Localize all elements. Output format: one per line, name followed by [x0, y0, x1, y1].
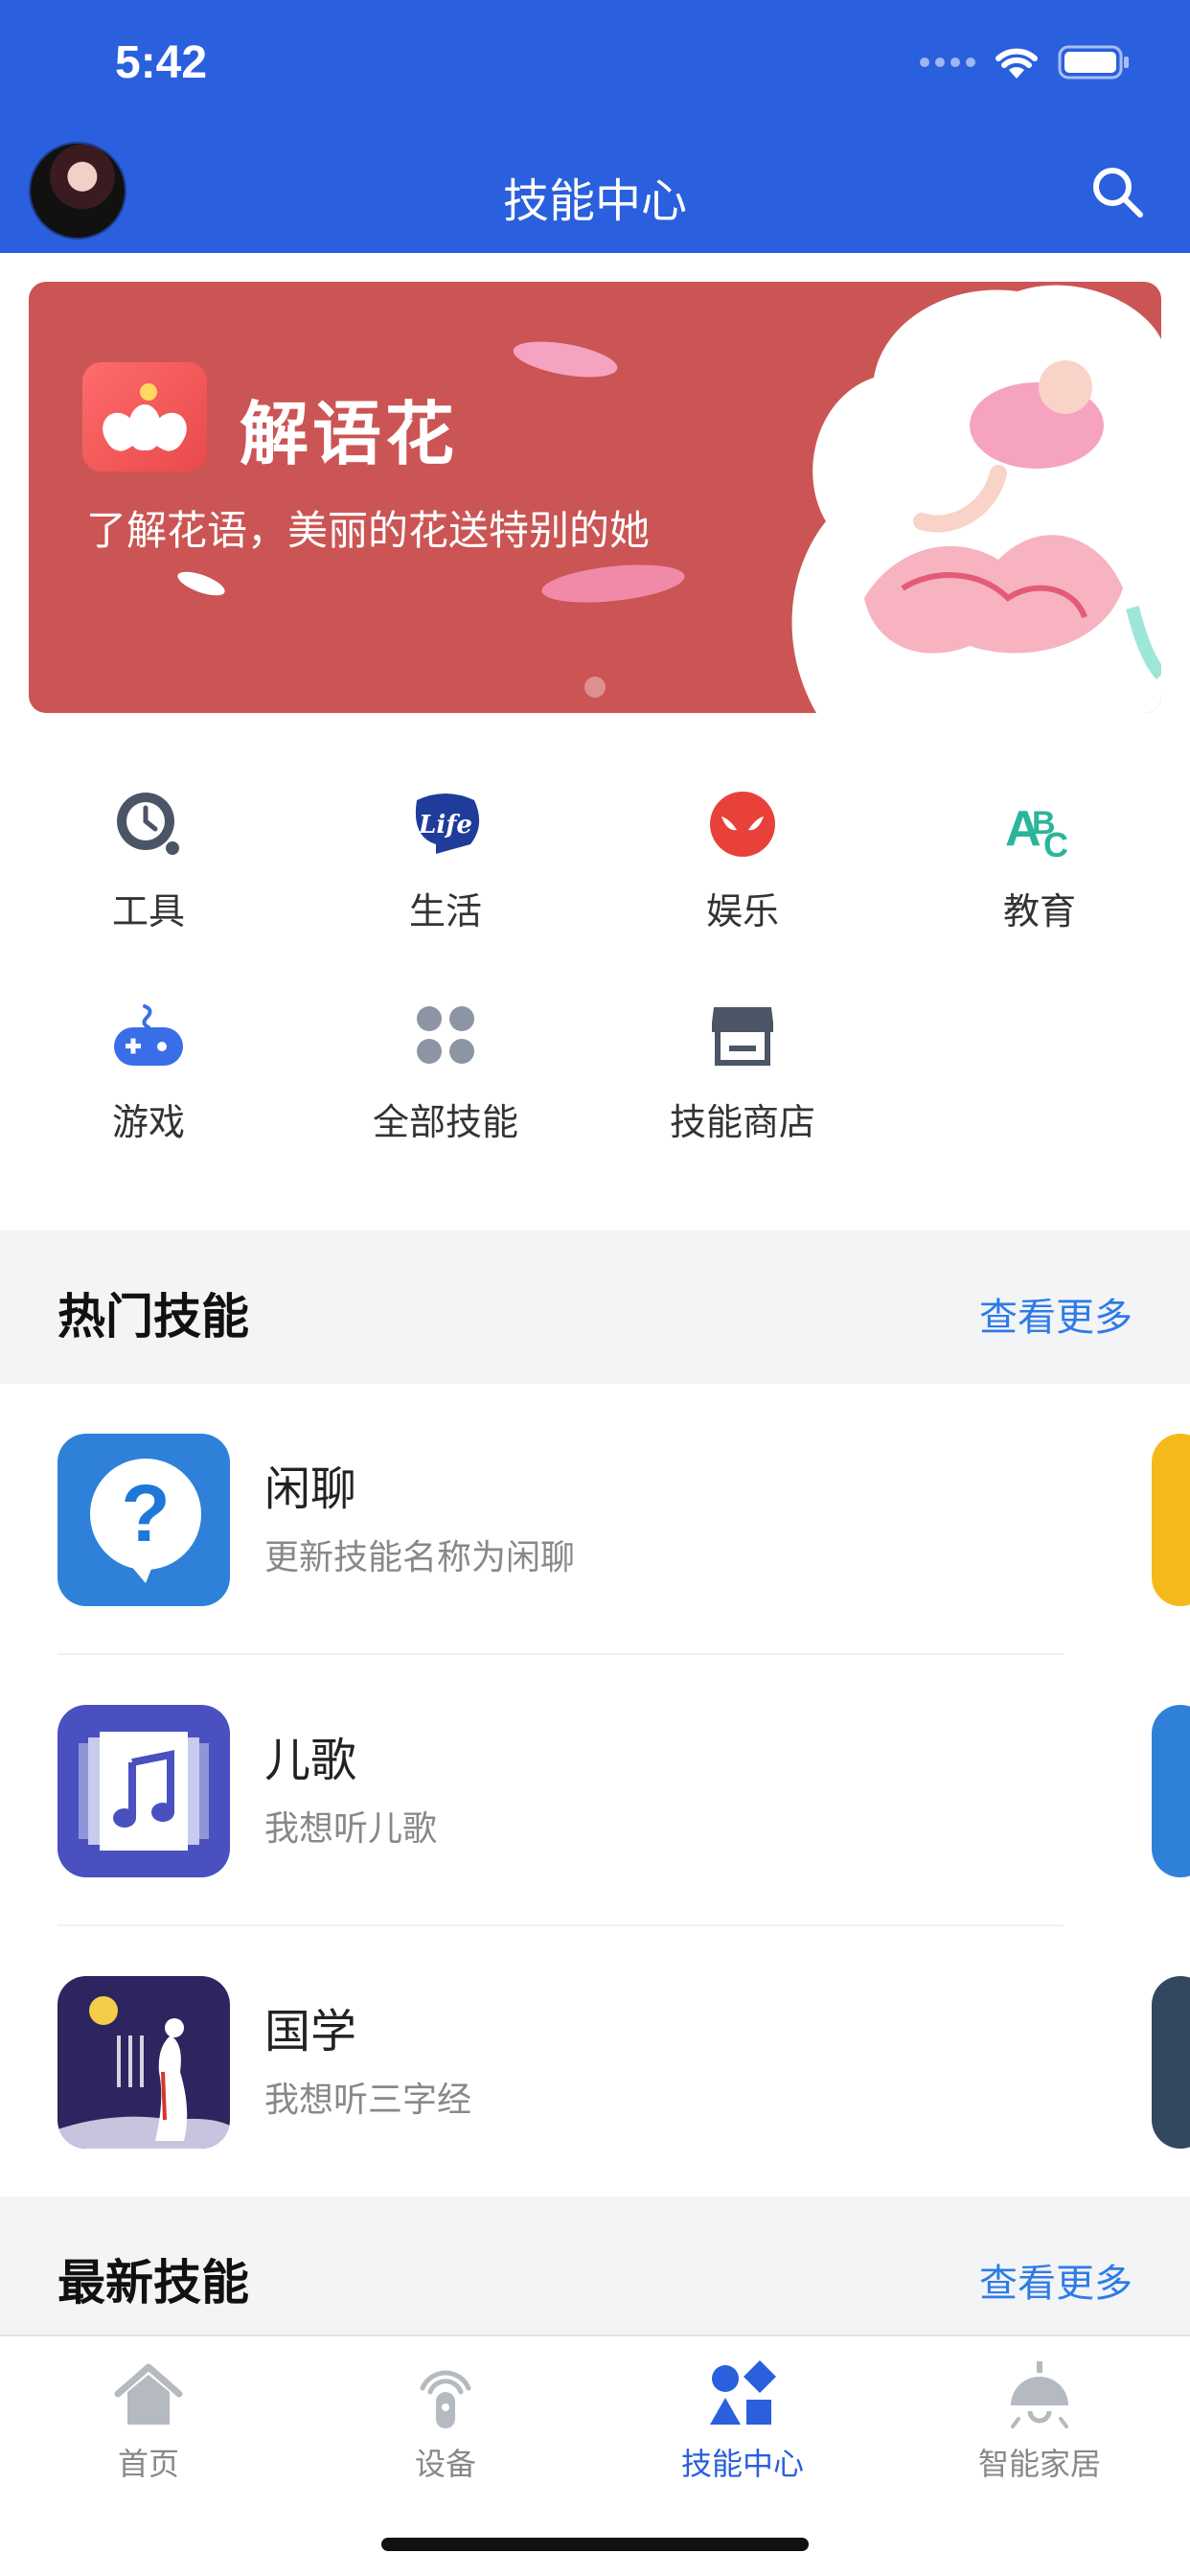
- life-icon: Life: [407, 786, 484, 862]
- next-card-preview[interactable]: [1152, 1976, 1190, 2149]
- tab-label: 设备: [414, 2446, 476, 2482]
- view-more-link[interactable]: 查看更多: [979, 2252, 1133, 2308]
- list-item[interactable]: ? 闲聊 更新技能名称为闲聊: [57, 1384, 1064, 1655]
- device-icon: [409, 2359, 482, 2432]
- category-label: 教育: [1002, 890, 1076, 932]
- skill-description: 我想听三字经: [264, 2081, 472, 2120]
- gamepad-icon: [110, 997, 187, 1073]
- clock-tool-icon: [110, 786, 187, 862]
- petal-decoration-icon: [541, 564, 685, 603]
- svg-text:Life: Life: [418, 811, 472, 840]
- grid-dots-icon: [407, 997, 484, 1073]
- tab-label: 智能家居: [977, 2446, 1101, 2482]
- chat-question-icon: ?: [57, 1434, 230, 1606]
- category-tools[interactable]: 工具: [0, 786, 297, 934]
- promo-banner[interactable]: 解语花 了解花语，美丽的花送特别的她: [29, 282, 1161, 713]
- lamp-icon: [1003, 2359, 1076, 2432]
- battery-icon: [1058, 44, 1131, 80]
- section-title: 热门技能: [57, 1289, 249, 1345]
- hot-skills-list: ? 闲聊 更新技能名称为闲聊 儿歌 我想听儿歌 国学 我想听三字经: [0, 1384, 1190, 2196]
- home-indicator[interactable]: [381, 2538, 809, 2551]
- list-item[interactable]: 儿歌 我想听儿歌: [57, 1655, 1064, 1926]
- next-card-preview[interactable]: [1152, 1434, 1190, 1606]
- wifi-icon: [993, 44, 1041, 80]
- category-skill-store[interactable]: 技能商店: [594, 997, 891, 1145]
- status-time: 5:42: [115, 37, 208, 88]
- banner-illustration: [791, 285, 1161, 713]
- store-icon: [704, 997, 781, 1073]
- tab-label: 技能中心: [680, 2446, 804, 2482]
- next-card-preview[interactable]: [1152, 1705, 1190, 1877]
- svg-text:?: ?: [121, 1468, 170, 1558]
- category-life[interactable]: Life 生活: [297, 786, 594, 934]
- abc-icon: ABC: [1001, 786, 1078, 862]
- skill-name: 闲聊: [264, 1462, 357, 1516]
- classical-figure-icon: [57, 1976, 230, 2149]
- petal-decoration-icon: [513, 341, 618, 378]
- new-skills-header: 最新技能 查看更多: [0, 2196, 1190, 2350]
- tab-devices[interactable]: 设备: [297, 2359, 594, 2484]
- skills-shapes-icon: [706, 2359, 779, 2432]
- category-label: 技能商店: [669, 1101, 815, 1143]
- status-icons: [920, 44, 1131, 80]
- page-title: 技能中心: [502, 174, 687, 228]
- search-icon[interactable]: [1088, 163, 1146, 220]
- skill-name: 国学: [264, 2005, 357, 2058]
- category-education[interactable]: ABC 教育: [891, 786, 1188, 934]
- svg-text:C: C: [1043, 825, 1068, 859]
- tab-skill-center[interactable]: 技能中心: [594, 2359, 891, 2484]
- music-note-icon: [57, 1705, 230, 1877]
- category-all-skills[interactable]: 全部技能: [297, 997, 594, 1145]
- banner-title: 解语花: [240, 394, 459, 474]
- category-label: 工具: [111, 890, 185, 932]
- skill-name: 儿歌: [264, 1734, 357, 1787]
- category-label: 生活: [408, 890, 482, 932]
- section-title: 最新技能: [57, 2255, 249, 2311]
- category-label: 娱乐: [705, 890, 779, 932]
- view-more-link[interactable]: 查看更多: [979, 1286, 1133, 1342]
- banner-subtitle: 了解花语，美丽的花送特别的她: [86, 507, 651, 554]
- flower-logo-icon: [82, 362, 207, 472]
- tab-smart-home[interactable]: 智能家居: [891, 2359, 1188, 2484]
- mask-icon: [704, 786, 781, 862]
- tab-home[interactable]: 首页: [0, 2359, 297, 2484]
- tab-label: 首页: [117, 2446, 179, 2482]
- list-item[interactable]: 国学 我想听三字经: [57, 1926, 1064, 2197]
- hot-skills-header: 热门技能 查看更多: [0, 1230, 1190, 1384]
- home-icon: [112, 2359, 185, 2432]
- category-games[interactable]: 游戏: [0, 997, 297, 1145]
- skill-description: 更新技能名称为闲聊: [264, 1538, 576, 1577]
- category-label: 全部技能: [372, 1101, 518, 1143]
- category-label: 游戏: [111, 1101, 185, 1143]
- skill-description: 我想听儿歌: [264, 1809, 438, 1849]
- banner-page-indicator[interactable]: [584, 677, 606, 698]
- top-header: 5:42 技能中心: [0, 0, 1190, 253]
- signal-icon: [920, 58, 975, 67]
- petal-decoration-icon: [177, 571, 225, 596]
- category-entertainment[interactable]: 娱乐: [594, 786, 891, 934]
